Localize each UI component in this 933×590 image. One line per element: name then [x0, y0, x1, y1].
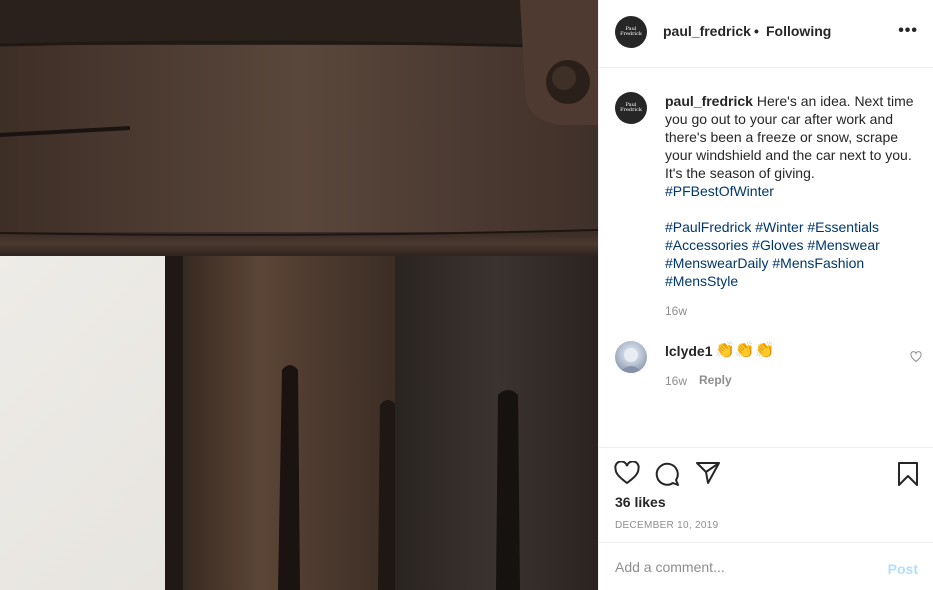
- caption-time[interactable]: 16w: [665, 304, 687, 318]
- commenter-username-link[interactable]: lclyde1: [665, 343, 712, 359]
- paper-plane-icon[interactable]: [695, 461, 721, 488]
- hashtag-link[interactable]: #MenswearDaily: [665, 255, 768, 271]
- commenter-avatar[interactable]: [615, 341, 647, 373]
- hashtag-link[interactable]: #Gloves: [752, 237, 803, 253]
- post-date[interactable]: DECEMBER 10, 2019: [615, 520, 718, 531]
- hashtag-link[interactable]: #MensFashion: [772, 255, 864, 271]
- bookmark-icon[interactable]: [897, 461, 919, 490]
- caption-avatar-line2: Fredrick: [620, 107, 642, 113]
- post-image[interactable]: [0, 0, 598, 590]
- hashtag-link[interactable]: #Menswear: [807, 237, 879, 253]
- add-comment-bar: Post: [599, 542, 933, 590]
- add-comment-input[interactable]: [615, 555, 865, 579]
- caption-avatar[interactable]: Paul Fredrick: [615, 92, 647, 124]
- author-avatar[interactable]: Paul Fredrick: [615, 16, 647, 48]
- hashtag-link[interactable]: #MensStyle: [665, 273, 738, 289]
- likes-count[interactable]: 36 likes: [615, 494, 666, 510]
- post-actions: 36 likes DECEMBER 10, 2019: [599, 447, 933, 542]
- comment-icon[interactable]: [654, 461, 680, 490]
- comment-like-heart-icon[interactable]: [910, 350, 922, 366]
- post-side-panel: Paul Fredrick paul_fredrick • Following …: [598, 0, 933, 590]
- heart-icon[interactable]: [614, 460, 640, 488]
- hashtag-link[interactable]: #Winter: [755, 219, 803, 235]
- hashtag-list: #PaulFredrick #Winter #Essentials #Acces…: [665, 219, 880, 289]
- hashtag-link[interactable]: #Essentials: [807, 219, 879, 235]
- post-comment-button[interactable]: Post: [888, 561, 918, 577]
- hashtag-link[interactable]: #PaulFredrick: [665, 219, 751, 235]
- follow-separator: •: [754, 23, 759, 39]
- author-username-link[interactable]: paul_fredrick: [663, 23, 751, 39]
- comments-list[interactable]: Paul Fredrick paul_fredrick Here's an id…: [599, 68, 933, 448]
- gloves-photo: [0, 0, 598, 590]
- reply-button[interactable]: Reply: [699, 373, 732, 387]
- commenter-avatar-image: [619, 348, 643, 373]
- following-button[interactable]: Following: [766, 23, 831, 39]
- hashtag-link[interactable]: #Accessories: [665, 237, 748, 253]
- more-options-icon[interactable]: •••: [898, 22, 918, 40]
- caption-username-link[interactable]: paul_fredrick: [665, 93, 753, 109]
- avatar-text-line2: Fredrick: [620, 31, 642, 37]
- caption-text: paul_fredrick Here's an idea. Next time …: [665, 92, 919, 290]
- comment-time[interactable]: 16w: [665, 374, 687, 388]
- comment-text: 👏👏👏: [715, 342, 775, 359]
- post-header: Paul Fredrick paul_fredrick • Following …: [599, 0, 933, 68]
- hashtag-link[interactable]: #PFBestOfWinter: [665, 183, 774, 199]
